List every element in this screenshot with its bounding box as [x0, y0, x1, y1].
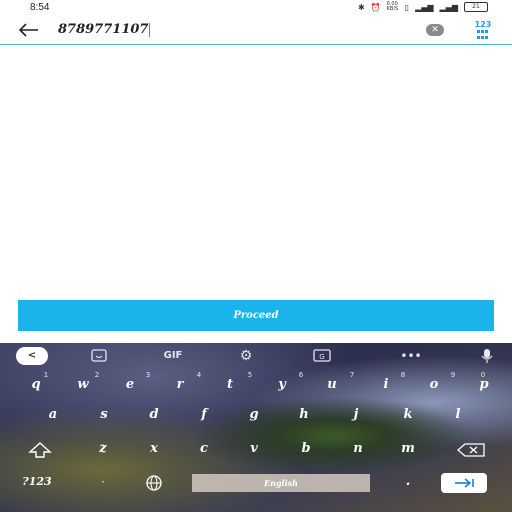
key-z[interactable]: z: [83, 441, 123, 456]
key-w[interactable]: w: [63, 377, 103, 392]
back-arrow-icon[interactable]: [16, 20, 40, 40]
alarm-icon: ⏰: [370, 2, 381, 12]
status-bar: 8:54 ✱ ⏰ 0.00 KB/S ▯ ▂▄▆ ▂▄▆ 21: [0, 0, 512, 16]
text-caret: [149, 22, 151, 37]
shift-icon[interactable]: [28, 441, 52, 459]
symbols-key[interactable]: ?123: [14, 475, 60, 488]
signal-icon: ▂▄▆: [415, 2, 434, 12]
enter-key[interactable]: [441, 473, 487, 493]
microphone-icon[interactable]: [478, 347, 496, 365]
key-c[interactable]: c: [184, 441, 224, 456]
search-input-text: 8789771107: [58, 22, 149, 37]
key-p[interactable]: p: [464, 377, 504, 392]
key-f[interactable]: f: [184, 407, 224, 422]
battery-icon: 21: [464, 2, 488, 12]
period-key[interactable]: .: [398, 474, 418, 489]
keyboard-toolbar: < GIF ⚙ G •••: [0, 343, 512, 369]
numpad-toggle-label: 123: [474, 20, 492, 29]
search-bar: 8789771107 ✕ 123: [0, 16, 512, 45]
key-e[interactable]: e: [110, 377, 150, 392]
data-speed-icon: 0.00 KB/S: [386, 1, 399, 12]
settings-gear-icon[interactable]: ⚙: [236, 347, 256, 365]
dialpad-icon: [477, 30, 489, 40]
numpad-toggle-button[interactable]: 123: [470, 20, 496, 42]
backspace-icon[interactable]: [456, 442, 486, 458]
space-bar[interactable]: English: [192, 474, 370, 492]
key-r[interactable]: r: [160, 377, 200, 392]
globe-icon[interactable]: [142, 474, 166, 492]
sticker-icon[interactable]: [90, 347, 108, 365]
key-l[interactable]: l: [438, 407, 478, 422]
key-y[interactable]: y: [262, 377, 302, 392]
key-j[interactable]: j: [336, 407, 376, 422]
status-icons: ✱ ⏰ 0.00 KB/S ▯ ▂▄▆ ▂▄▆ 21: [358, 2, 488, 12]
key-x[interactable]: x: [134, 441, 174, 456]
proceed-button[interactable]: Proceed: [18, 300, 494, 331]
key-v[interactable]: v: [234, 441, 274, 456]
volte-icon: ▂▄▆: [439, 2, 458, 12]
keyboard-back-button[interactable]: <: [16, 347, 48, 365]
svg-text:G: G: [319, 353, 324, 361]
key-i[interactable]: i: [366, 377, 406, 392]
key-b[interactable]: b: [286, 441, 326, 456]
clear-icon[interactable]: ✕: [426, 24, 444, 36]
key-q[interactable]: q: [16, 377, 56, 392]
translate-icon[interactable]: G: [312, 347, 332, 365]
gif-button[interactable]: GIF: [156, 347, 190, 365]
key-k[interactable]: k: [388, 407, 428, 422]
key-s[interactable]: s: [84, 407, 124, 422]
key-u[interactable]: u: [312, 377, 352, 392]
key-g[interactable]: g: [234, 407, 274, 422]
content-area: [0, 45, 512, 341]
search-input[interactable]: 8789771107: [58, 22, 151, 37]
key-a[interactable]: a: [33, 407, 73, 422]
key-o[interactable]: o: [414, 377, 454, 392]
key-m[interactable]: m: [388, 441, 428, 456]
key-d[interactable]: d: [134, 407, 174, 422]
key-n[interactable]: n: [338, 441, 378, 456]
status-time: 8:54: [30, 2, 50, 13]
enter-arrow-icon: [455, 478, 474, 488]
comma-key[interactable]: ,: [98, 475, 108, 485]
keyboard: < GIF ⚙ G ••• 1 2 3 4 5 6 7 8 9 0 q w e …: [0, 343, 512, 512]
vibrate-icon: ▯: [404, 2, 410, 12]
key-h[interactable]: h: [284, 407, 324, 422]
bluetooth-icon: ✱: [357, 2, 365, 12]
key-t[interactable]: t: [210, 377, 250, 392]
more-options-icon[interactable]: •••: [400, 347, 422, 365]
